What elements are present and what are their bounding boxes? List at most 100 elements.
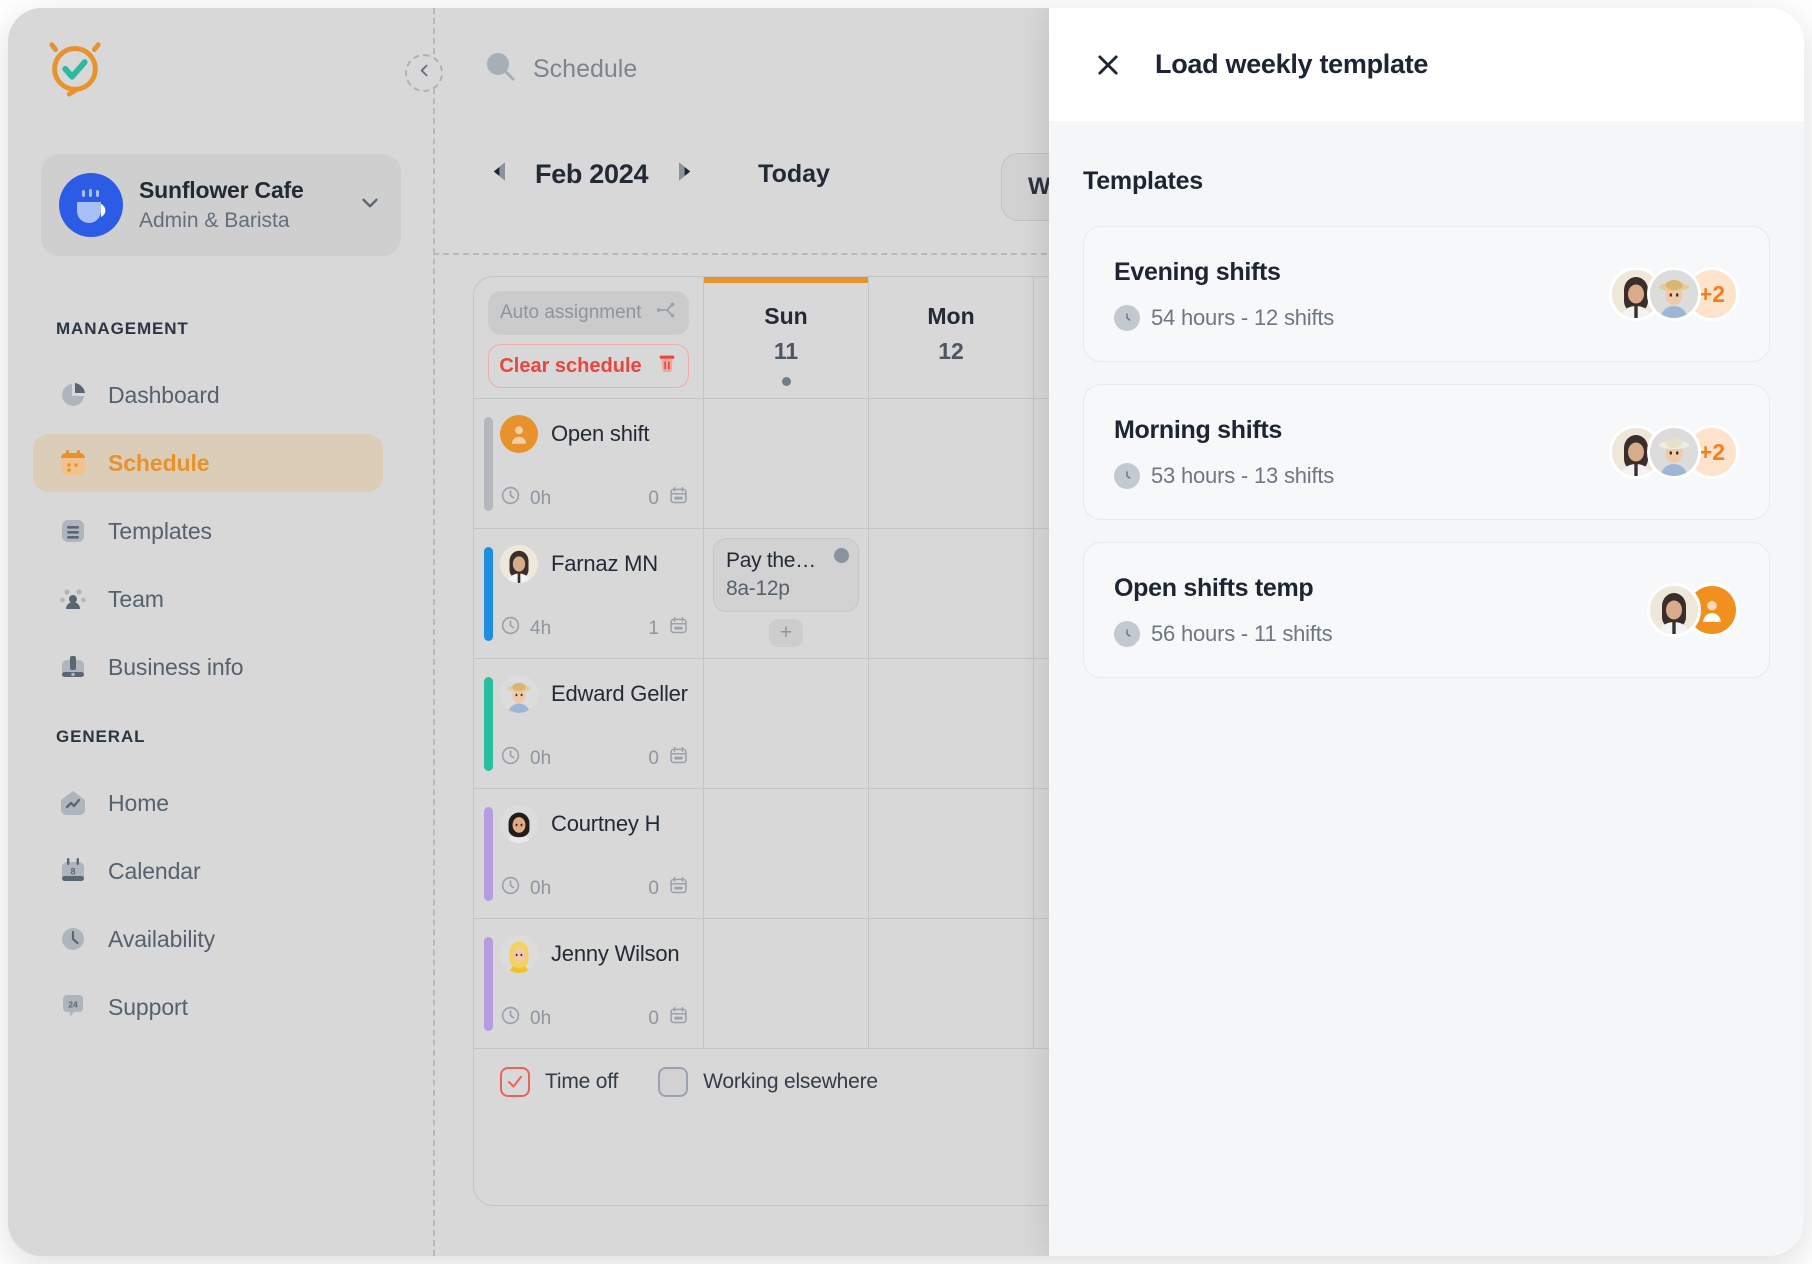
template-avatars: +2 <box>1609 425 1739 479</box>
sidebar-item-label: Support <box>108 994 188 1021</box>
calendar-icon <box>668 615 689 642</box>
template-name: Morning shifts <box>1114 415 1334 445</box>
organization-texts: Sunflower Cafe Admin & Barista <box>139 176 341 234</box>
sidebar-item-templates[interactable]: Templates <box>33 502 383 560</box>
add-shift-button[interactable]: + <box>769 619 803 647</box>
organization-role: Admin & Barista <box>139 207 341 234</box>
sidebar-item-home[interactable]: Home <box>33 774 383 832</box>
sidebar-item-schedule[interactable]: Schedule <box>33 434 383 492</box>
schedule-cell[interactable]: Pay the… 8a-12p + <box>704 529 869 658</box>
collapse-sidebar-button[interactable] <box>405 54 443 92</box>
clock-icon <box>500 485 521 512</box>
day-event-dot <box>782 377 791 386</box>
schedule-cell[interactable] <box>704 919 869 1048</box>
schedule-cell[interactable] <box>869 789 1034 918</box>
schedule-cell[interactable] <box>869 919 1034 1048</box>
schedule-cell[interactable] <box>704 789 869 918</box>
schedule-cell[interactable] <box>704 659 869 788</box>
search-bar[interactable]: Schedule <box>483 50 637 89</box>
people-group-icon <box>58 584 88 614</box>
current-month-label: Feb 2024 <box>527 159 656 190</box>
clear-schedule-label: Clear schedule <box>499 355 641 378</box>
next-month-button[interactable] <box>656 150 710 198</box>
sidebar: Sunflower Cafe Admin & Barista MANAGEMEN… <box>8 8 433 1256</box>
avatar <box>1647 267 1701 321</box>
plus-icon: + <box>780 621 792 645</box>
prev-month-button[interactable] <box>473 150 527 198</box>
employee-shift-count: 0 <box>648 1005 689 1032</box>
avatar <box>500 805 538 843</box>
legend-label: Working elsewhere <box>703 1070 878 1094</box>
template-meta: 54 hours - 12 shifts <box>1114 305 1334 331</box>
template-name: Open shifts temp <box>1114 573 1332 603</box>
template-meta: 53 hours - 13 shifts <box>1114 463 1334 489</box>
employee-cell[interactable]: Courtney H 0h <box>474 789 704 918</box>
employee-shift-count: 1 <box>648 615 689 642</box>
employee-header: Open shift <box>500 415 689 453</box>
search-input[interactable]: Schedule <box>533 55 637 84</box>
today-button[interactable]: Today <box>758 160 830 189</box>
employee-color-bar <box>484 937 493 1031</box>
trash-icon <box>656 352 678 380</box>
sidebar-item-availability[interactable]: Availability <box>33 910 383 968</box>
schedule-cell[interactable] <box>869 659 1034 788</box>
employee-name: Jenny Wilson <box>551 941 679 967</box>
sidebar-item-business-info[interactable]: Business info <box>33 638 383 696</box>
schedule-cell[interactable] <box>704 399 869 528</box>
template-card-open-shifts-temp[interactable]: Open shifts temp 56 hours - 11 shifts <box>1083 542 1770 678</box>
auto-assignment-button[interactable]: Auto assignment <box>488 291 689 335</box>
load-weekly-template-panel: Load weekly template Templates Evening s… <box>1049 8 1804 1256</box>
employee-cell[interactable]: Open shift 0h <box>474 399 704 528</box>
search-icon <box>483 50 517 89</box>
employee-stats: 0h 0 <box>500 745 689 772</box>
day-name: Mon <box>869 299 1033 334</box>
day-header-sun[interactable]: Sun 11 <box>704 277 869 398</box>
chevron-down-icon[interactable] <box>357 190 383 221</box>
employee-cell[interactable]: Farnaz MN 4h <box>474 529 704 658</box>
day-header-mon[interactable]: Mon 12 <box>869 277 1034 398</box>
employee-name: Courtney H <box>551 811 660 837</box>
checkbox-empty-icon[interactable] <box>658 1067 688 1097</box>
avatar <box>500 545 538 583</box>
day-number: 12 <box>869 334 1033 369</box>
sidebar-item-dashboard[interactable]: Dashboard <box>33 366 383 424</box>
template-card-evening-shifts[interactable]: Evening shifts 54 hours - 12 shifts <box>1083 226 1770 362</box>
employee-cell[interactable]: Jenny Wilson 0h <box>474 919 704 1048</box>
employee-hours-value: 0h <box>530 488 551 510</box>
template-card-morning-shifts[interactable]: Morning shifts 53 hours - 13 shifts <box>1083 384 1770 520</box>
coffee-cup-icon <box>59 173 123 237</box>
employee-header: Edward Geller <box>500 675 689 713</box>
sidebar-item-label: Calendar <box>108 858 201 885</box>
employee-shift-count: 0 <box>648 875 689 902</box>
template-meta: 56 hours - 11 shifts <box>1114 621 1332 647</box>
template-meta-text: 53 hours - 13 shifts <box>1151 463 1334 489</box>
divider-vertical <box>433 8 435 1256</box>
employee-shift-count: 0 <box>648 745 689 772</box>
employee-hours-value: 0h <box>530 748 551 770</box>
schedule-cell[interactable] <box>869 529 1034 658</box>
sidebar-item-calendar[interactable]: 8 Calendar <box>33 842 383 900</box>
close-icon[interactable] <box>1093 50 1123 80</box>
sidebar-item-team[interactable]: Team <box>33 570 383 628</box>
triangle-right-icon <box>670 158 697 190</box>
shift-card[interactable]: Pay the… 8a-12p <box>713 538 859 612</box>
auto-assignment-label: Auto assignment <box>500 302 642 324</box>
panel-header: Load weekly template <box>1049 8 1804 121</box>
clear-schedule-button[interactable]: Clear schedule <box>488 344 689 388</box>
clock-icon <box>1114 463 1140 489</box>
sidebar-item-support[interactable]: 24 Support <box>33 978 383 1036</box>
organization-selector[interactable]: Sunflower Cafe Admin & Barista <box>41 154 401 256</box>
month-navigator: Feb 2024 Today <box>473 150 830 198</box>
calendar-icon <box>668 1005 689 1032</box>
employee-hours-value: 4h <box>530 618 551 640</box>
legend-item-working-elsewhere[interactable]: Working elsewhere <box>658 1067 878 1097</box>
legend-item-time-off[interactable]: Time off <box>500 1067 618 1097</box>
employee-shift-count-value: 0 <box>648 488 659 510</box>
employee-cell[interactable]: Edward Geller 0h <box>474 659 704 788</box>
template-meta-text: 56 hours - 11 shifts <box>1151 621 1332 647</box>
employee-hours-value: 0h <box>530 878 551 900</box>
schedule-cell[interactable] <box>869 399 1034 528</box>
employee-stats: 0h 0 <box>500 1005 689 1032</box>
shift-title: Pay the… <box>726 549 846 573</box>
checkbox-checked-icon[interactable] <box>500 1067 530 1097</box>
